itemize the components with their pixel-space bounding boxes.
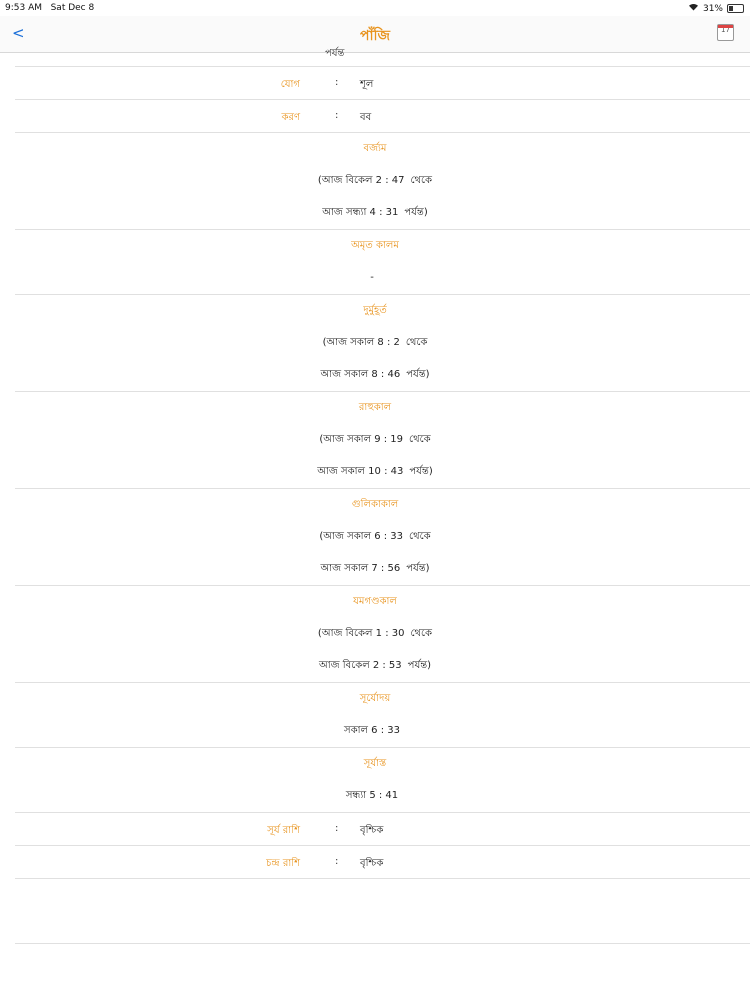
section-line-text: সন্ধ্যা 5 : 41 (345, 790, 399, 801)
section-line-text: (আজ বিকেল 1 : 30 (317, 628, 405, 639)
status-time-date: 9:53 AM Sat Dec 8 (5, 3, 94, 13)
section-title: বর্জ্যম (363, 143, 387, 154)
section-line: আজ সকাল 7 : 56 পর্যন্ত) (0, 553, 750, 585)
section-line: আজ সকাল 8 : 46 পর্যন্ত) (0, 359, 750, 391)
section-line-tail: থেকে (410, 175, 433, 186)
status-right: 31% (688, 3, 744, 14)
section-line-text: আজ সকাল 10 : 43 (317, 466, 404, 477)
section-line: - (0, 262, 750, 294)
kv-value: বব (360, 112, 372, 123)
section-line-tail: পর্যন্ত) (406, 563, 430, 574)
page-title: পাঁজি (359, 28, 391, 44)
kv-colon: : (335, 823, 339, 834)
section-line-tail: থেকে (410, 628, 433, 639)
section-line: আজ সকাল 10 : 43 পর্যন্ত) (0, 456, 750, 488)
kv-row: সূর্য রাশি: বৃশ্চিক (0, 813, 750, 845)
kv-colon: : (335, 77, 339, 88)
section-line-tail: থেকে (409, 434, 431, 445)
battery-fill (729, 6, 734, 11)
section-line: (আজ বিকেল 1 : 30 থেকে (0, 618, 750, 650)
partial-row-text: পর্যন্ত (325, 48, 345, 59)
battery-percent: 31% (702, 3, 723, 14)
status-time: 9:53 AM (5, 3, 42, 13)
section-title: সূর্যোদয় (359, 693, 391, 704)
empty-space (0, 879, 750, 943)
section-line: আজ সন্ধ্যা 4 : 31 পর্যন্ত) (0, 197, 750, 229)
section-line: সকাল 6 : 33 (0, 715, 750, 747)
section-line-text: সকাল 6 : 33 (344, 725, 400, 736)
row-divider (15, 943, 750, 944)
section-title: সূর্যাস্ত (363, 758, 387, 769)
kv-row: যোগ: শূল (0, 67, 750, 99)
section-line-tail: পর্যন্ত) (409, 466, 433, 477)
section-line: সন্ধ্যা 5 : 41 (0, 780, 750, 812)
section-line: (আজ সকাল 6 : 33 থেকে (0, 521, 750, 553)
section-line-text: আজ সকাল 8 : 46 (320, 369, 401, 380)
section-line: (আজ সকাল 9 : 19 থেকে (0, 424, 750, 456)
kv-value: বৃশ্চিক (360, 858, 384, 869)
section-line-text: আজ সকাল 7 : 56 (320, 563, 401, 574)
section-line: (আজ সকাল 8 : 2 থেকে (0, 327, 750, 359)
kv-label: চন্দ্র রাশি (266, 858, 300, 869)
panjika-list[interactable]: পর্যন্ত যোগ: শূল করণ: বব বর্জ্যম (আজ বিকেল 2 … (0, 48, 750, 944)
calendar-icon[interactable]: 17 (717, 24, 734, 41)
kv-colon: : (335, 856, 339, 867)
section-line-tail: থেকে (409, 531, 431, 542)
kv-row: চন্দ্র রাশি: বৃশ্চিক (0, 846, 750, 878)
battery-icon (727, 4, 744, 13)
section-line-tail: পর্যন্ত) (407, 660, 432, 671)
section-line: আজ বিকেল 2 : 53 পর্যন্ত) (0, 650, 750, 682)
section-line-text: (আজ বিকেল 2 : 47 (317, 175, 405, 186)
status-bar: 9:53 AM Sat Dec 8 31% (0, 0, 750, 16)
section-line-text: (আজ সকাল 8 : 2 (322, 337, 400, 348)
kv-label: যোগ (280, 79, 300, 90)
section-title: যমগণ্ডকাল (353, 596, 397, 607)
status-date: Sat Dec 8 (50, 3, 95, 13)
section-line-tail: থেকে (405, 337, 428, 348)
section-title: দুর্মুহূর্ত (363, 305, 387, 316)
section-title: অমৃত কালম (351, 240, 399, 251)
section-title: রাহুকাল (358, 402, 392, 413)
kv-value: বৃশ্চিক (360, 825, 384, 836)
kv-colon: : (335, 110, 339, 121)
kv-value: শূল (360, 79, 374, 90)
section-line-text: - (370, 272, 374, 283)
section-line-text: (আজ সকাল 6 : 33 (319, 531, 404, 542)
section-line-text: আজ সন্ধ্যা 4 : 31 (322, 207, 399, 218)
section-line: (আজ বিকেল 2 : 47 থেকে (0, 165, 750, 197)
section-title: গুলিকাকাল (351, 499, 399, 510)
section-line-tail: পর্যন্ত) (406, 369, 430, 380)
kv-label: করণ (281, 112, 300, 123)
section-line-text: (আজ সকাল 9 : 19 (319, 434, 404, 445)
wifi-icon (688, 3, 699, 14)
section-line-text: আজ বিকেল 2 : 53 (318, 660, 402, 671)
navigation-bar: < পাঁজি 17 (0, 16, 750, 53)
section-line-tail: পর্যন্ত) (404, 207, 428, 218)
kv-row: করণ: বব (0, 100, 750, 132)
kv-label: সূর্য রাশি (267, 825, 300, 836)
partial-row: পর্যন্ত (0, 48, 750, 66)
